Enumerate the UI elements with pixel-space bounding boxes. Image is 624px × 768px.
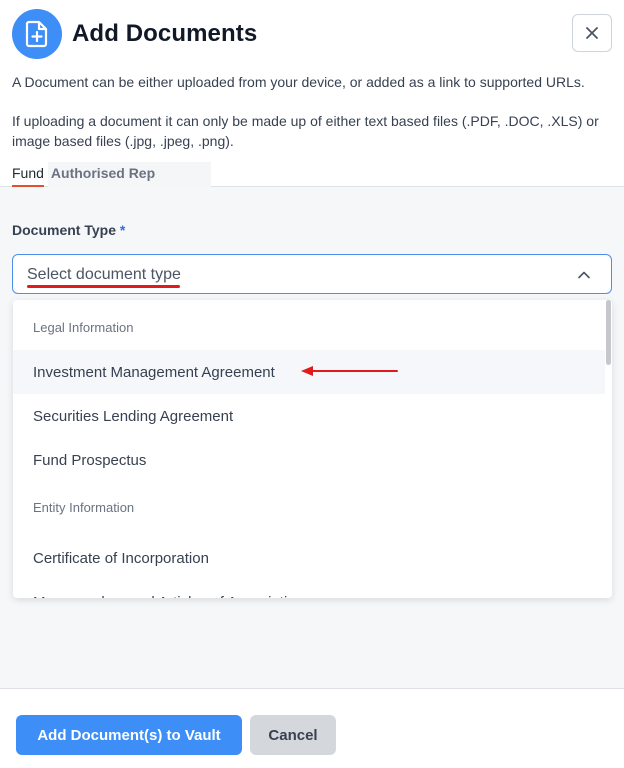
group-header-legal: Legal Information — [33, 320, 134, 335]
description-links: A Document can be either uploaded from y… — [12, 74, 585, 90]
description-file-types: If uploading a document it can only be m… — [12, 113, 599, 149]
modal-header: Add Documents A Document can be either u… — [0, 0, 624, 187]
option-certificate-of-incorporation[interactable]: Certificate of Incorporation — [13, 536, 605, 580]
tab-bar: Fund Authorised Rep — [12, 162, 212, 187]
tab-fund[interactable]: Fund — [12, 162, 44, 187]
chevron-up-icon — [578, 271, 590, 279]
tab-authorised-rep[interactable]: Authorised Rep — [47, 162, 212, 187]
document-type-label: Document Type * — [12, 222, 126, 238]
modal-footer: Add Document(s) to Vault Cancel — [0, 688, 624, 768]
required-marker: * — [119, 222, 126, 238]
file-plus-icon — [12, 9, 62, 59]
annotation-underline — [27, 285, 180, 288]
dropdown-scrollbar[interactable] — [606, 300, 611, 365]
option-memorandum-articles[interactable]: Memorandum and Articles of Association — [13, 580, 605, 599]
document-type-select[interactable]: Select document type — [12, 254, 612, 294]
cancel-button[interactable]: Cancel — [250, 715, 336, 755]
option-fund-prospectus[interactable]: Fund Prospectus — [13, 438, 605, 482]
option-securities-lending-agreement[interactable]: Securities Lending Agreement — [13, 394, 605, 438]
document-type-dropdown[interactable]: Legal Information Investment Management … — [13, 300, 612, 598]
group-header-entity: Entity Information — [33, 500, 135, 515]
select-placeholder: Select document type — [27, 266, 181, 283]
add-to-vault-button[interactable]: Add Document(s) to Vault — [16, 715, 242, 755]
close-icon — [586, 27, 598, 39]
annotation-arrow — [301, 366, 398, 376]
page-title: Add Documents — [72, 20, 258, 47]
close-button[interactable] — [572, 14, 612, 52]
